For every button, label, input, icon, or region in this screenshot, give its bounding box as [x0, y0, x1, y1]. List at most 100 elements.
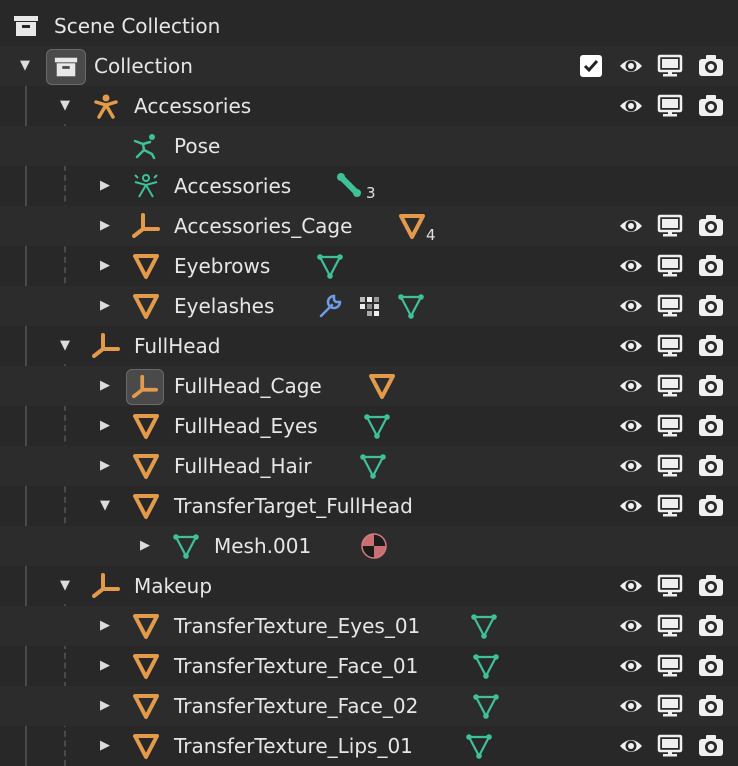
hide-in-viewport-eye-icon[interactable]	[618, 94, 644, 118]
outliner-row-pose[interactable]: Pose	[0, 126, 738, 166]
mesh-object-icon[interactable]	[368, 372, 396, 400]
outliner-row-transfertexture-lips-01[interactable]: ▶ TransferTexture_Lips_01	[0, 726, 738, 766]
expand-arrow-icon[interactable]: ▶	[135, 536, 155, 556]
disable-in-viewports-monitor-icon[interactable]	[657, 294, 683, 318]
expand-arrow-icon[interactable]: ▶	[95, 376, 115, 396]
disable-in-viewports-monitor-icon[interactable]	[657, 254, 683, 278]
disable-in-viewports-monitor-icon[interactable]	[657, 94, 683, 118]
disable-in-renders-camera-icon[interactable]	[698, 614, 724, 638]
outliner-row-makeup[interactable]: ▼ Makeup	[0, 566, 738, 606]
disable-in-renders-camera-icon[interactable]	[698, 214, 724, 238]
bone-icon[interactable]: 3	[336, 172, 376, 202]
expand-arrow-icon[interactable]: ▶	[95, 656, 115, 676]
disable-in-viewports-monitor-icon[interactable]	[657, 214, 683, 238]
disable-in-viewports-monitor-icon[interactable]	[657, 654, 683, 678]
expand-arrow-icon[interactable]: ▼	[55, 336, 75, 356]
hide-in-viewport-eye-icon[interactable]	[618, 54, 644, 78]
disable-in-renders-camera-icon[interactable]	[698, 694, 724, 718]
disable-in-viewports-monitor-icon[interactable]	[657, 374, 683, 398]
mesh-data-icon[interactable]	[470, 612, 498, 640]
expand-arrow-icon[interactable]: ▼	[95, 496, 115, 516]
outliner-row-fullhead[interactable]: ▼ FullHead	[0, 326, 738, 366]
hide-in-viewport-eye-icon[interactable]	[618, 614, 644, 638]
empty-icon	[132, 212, 160, 240]
outliner-row-accessories[interactable]: ▼ Accessories	[0, 86, 738, 126]
disable-in-renders-camera-icon[interactable]	[698, 654, 724, 678]
expand-arrow-icon[interactable]: ▶	[95, 256, 115, 276]
outliner-row-scene-collection[interactable]: Scene Collection	[0, 6, 738, 46]
expand-arrow-icon[interactable]: ▶	[95, 616, 115, 636]
disable-in-viewports-monitor-icon[interactable]	[657, 494, 683, 518]
hide-in-viewport-eye-icon[interactable]	[618, 294, 644, 318]
row-label: FullHead_Hair	[174, 454, 312, 478]
disable-in-viewports-monitor-icon[interactable]	[657, 694, 683, 718]
row-label: Accessories	[174, 174, 292, 198]
hide-in-viewport-eye-icon[interactable]	[618, 374, 644, 398]
disable-in-renders-camera-icon[interactable]	[698, 374, 724, 398]
outliner-row-fullhead-cage[interactable]: ▶ FullHead_Cage	[0, 366, 738, 406]
expand-arrow-icon[interactable]: ▶	[95, 296, 115, 316]
outliner-row-transfertexture-face-01[interactable]: ▶ TransferTexture_Face_01	[0, 646, 738, 686]
hide-in-viewport-eye-icon[interactable]	[618, 254, 644, 278]
mesh-data-icon[interactable]	[397, 292, 425, 320]
disable-in-renders-camera-icon[interactable]	[698, 734, 724, 758]
expand-arrow-icon[interactable]: ▶	[95, 416, 115, 436]
disable-in-viewports-monitor-icon[interactable]	[657, 454, 683, 478]
mesh-data-icon[interactable]	[316, 252, 344, 280]
outliner-row-fullhead-eyes[interactable]: ▶ FullHead_Eyes	[0, 406, 738, 446]
disable-in-viewports-monitor-icon[interactable]	[657, 334, 683, 358]
disable-in-viewports-monitor-icon[interactable]	[657, 574, 683, 598]
hide-in-viewport-eye-icon[interactable]	[618, 734, 644, 758]
disable-in-viewports-monitor-icon[interactable]	[657, 614, 683, 638]
outliner-row-transfertarget-fullhead[interactable]: ▼ TransferTarget_FullHead	[0, 486, 738, 526]
outliner-row-eyebrows[interactable]: ▶ Eyebrows	[0, 246, 738, 286]
disable-in-viewports-monitor-icon[interactable]	[657, 734, 683, 758]
expand-arrow-icon[interactable]: ▶	[95, 696, 115, 716]
mesh-data-icon[interactable]	[465, 732, 493, 760]
disable-in-renders-camera-icon[interactable]	[698, 94, 724, 118]
disable-in-renders-camera-icon[interactable]	[698, 494, 724, 518]
hide-in-viewport-eye-icon[interactable]	[618, 694, 644, 718]
mesh-data-icon[interactable]	[359, 452, 387, 480]
expand-arrow-icon[interactable]: ▼	[15, 56, 35, 76]
mesh-modifier-icon[interactable]: 4	[398, 212, 438, 244]
disable-in-renders-camera-icon[interactable]	[698, 54, 724, 78]
outliner-row-transfertexture-eyes-01[interactable]: ▶ TransferTexture_Eyes_01	[0, 606, 738, 646]
vertex-groups-icon[interactable]	[357, 292, 385, 320]
hide-in-viewport-eye-icon[interactable]	[618, 494, 644, 518]
outliner-row-fullhead-hair[interactable]: ▶ FullHead_Hair	[0, 446, 738, 486]
disable-in-viewports-monitor-icon[interactable]	[657, 54, 683, 78]
disable-in-renders-camera-icon[interactable]	[698, 414, 724, 438]
hide-in-viewport-eye-icon[interactable]	[618, 334, 644, 358]
disable-in-renders-camera-icon[interactable]	[698, 294, 724, 318]
disable-in-renders-camera-icon[interactable]	[698, 574, 724, 598]
expand-arrow-icon[interactable]: ▶	[95, 216, 115, 236]
mesh-data-icon[interactable]	[472, 692, 500, 720]
outliner-row-accessories-cage[interactable]: ▶ Accessories_Cage 4	[0, 206, 738, 246]
material-icon[interactable]	[360, 532, 388, 560]
expand-arrow-icon[interactable]: ▼	[55, 96, 75, 116]
outliner-row-collection[interactable]: ▼ Collection	[0, 46, 738, 86]
outliner-row-transfertexture-face-02[interactable]: ▶ TransferTexture_Face_02	[0, 686, 738, 726]
hide-in-viewport-eye-icon[interactable]	[618, 214, 644, 238]
outliner-row-mesh-001[interactable]: ▶ Mesh.001	[0, 526, 738, 566]
expand-arrow-icon[interactable]: ▶	[95, 176, 115, 196]
hide-in-viewport-eye-icon[interactable]	[618, 454, 644, 478]
mesh-data-icon[interactable]	[363, 412, 391, 440]
disable-in-renders-camera-icon[interactable]	[698, 454, 724, 478]
hide-in-viewport-eye-icon[interactable]	[618, 414, 644, 438]
hide-in-viewport-eye-icon[interactable]	[618, 574, 644, 598]
outliner-row-eyelashes[interactable]: ▶ Eyelashes	[0, 286, 738, 326]
mesh-data-icon[interactable]	[472, 652, 500, 680]
disable-in-renders-camera-icon[interactable]	[698, 254, 724, 278]
outliner-row-accessories-data[interactable]: ▶ Accessories 3	[0, 166, 738, 206]
hide-in-viewport-eye-icon[interactable]	[618, 654, 644, 678]
disable-in-viewports-monitor-icon[interactable]	[657, 414, 683, 438]
disable-in-renders-camera-icon[interactable]	[698, 334, 724, 358]
expand-arrow-icon[interactable]: ▼	[55, 576, 75, 596]
row-label: FullHead	[134, 334, 221, 358]
wrench-icon[interactable]	[316, 292, 344, 320]
exclude-checkbox[interactable]	[580, 55, 602, 77]
expand-arrow-icon[interactable]: ▶	[95, 736, 115, 756]
expand-arrow-icon[interactable]: ▶	[95, 456, 115, 476]
